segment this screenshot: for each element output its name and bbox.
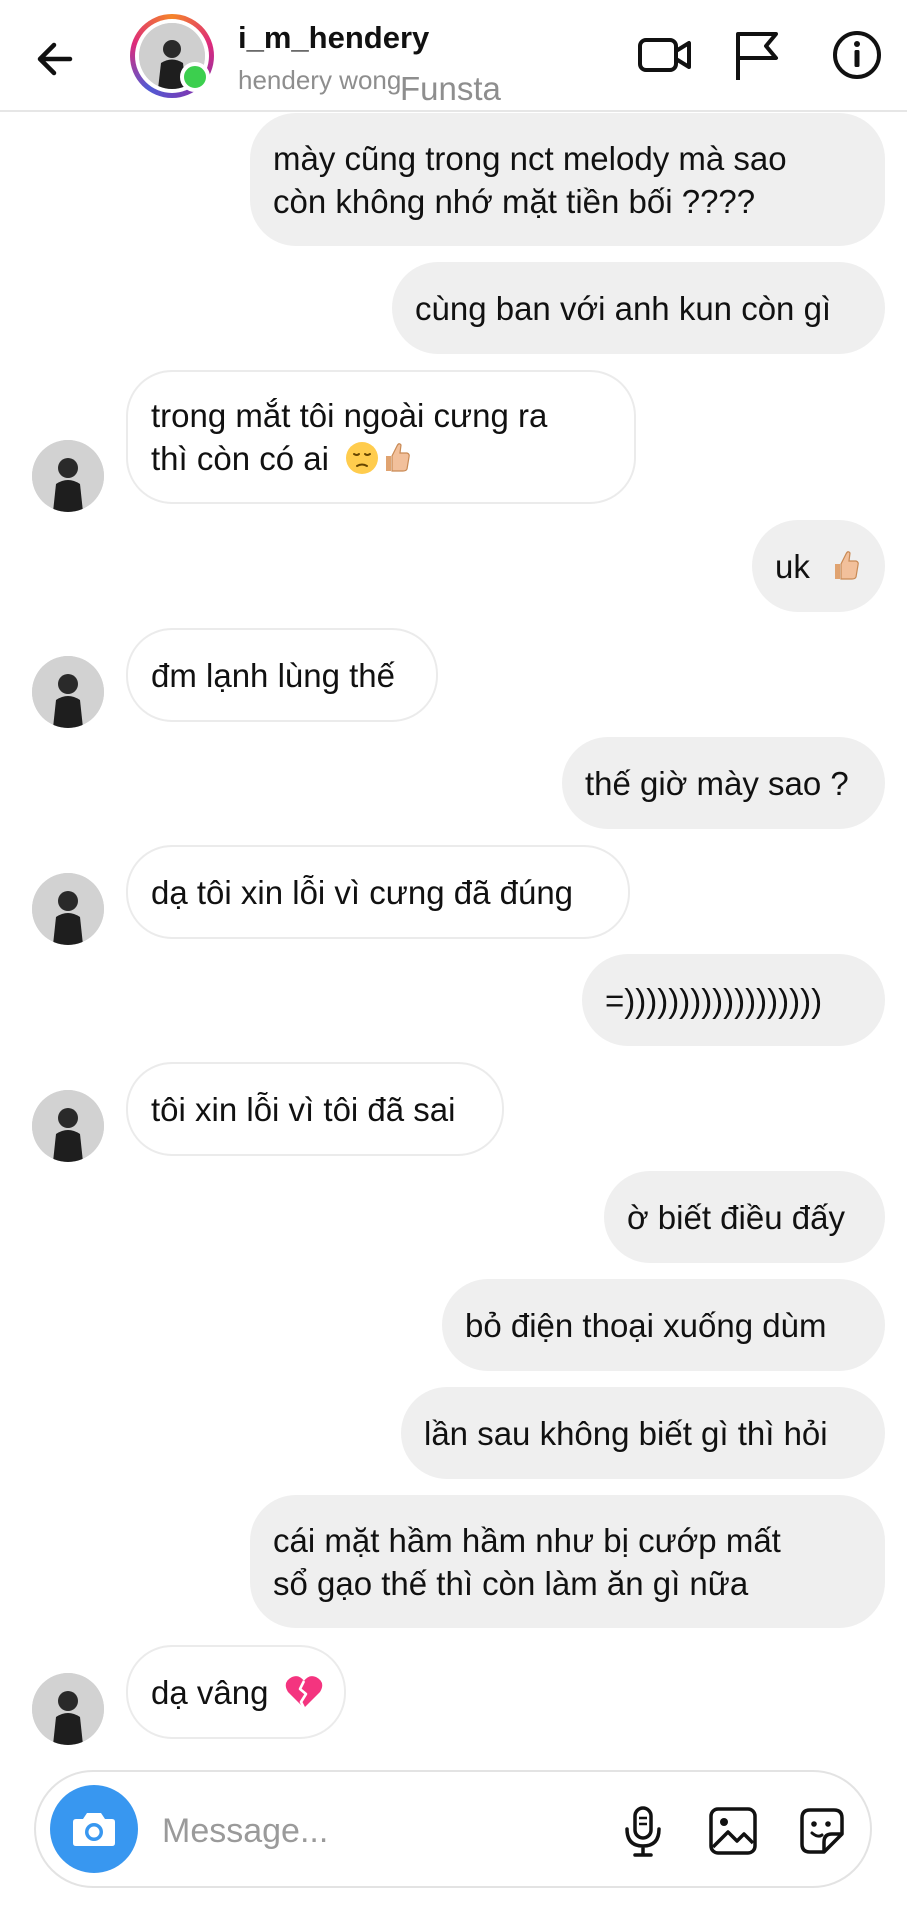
chat-header: i_m_hendery hendery wong Funsta (0, 0, 907, 112)
message-text: còn không nhớ mặt tiền bối ???? (273, 182, 756, 220)
flag-icon[interactable] (728, 26, 786, 84)
message-text: dạ vâng (151, 1673, 269, 1711)
video-camera-icon[interactable] (636, 26, 694, 84)
message-text: thì còn có ai (151, 440, 329, 477)
broken-heart-emoji (285, 1675, 322, 1709)
message-bubble-sent[interactable]: lần sau không biết gì thì hỏi (401, 1387, 885, 1479)
message-bubble-sent[interactable]: thế giờ mày sao ? (562, 737, 885, 829)
message-text: =)))))))))))))))))) (605, 981, 823, 1019)
message-text: trong mắt tôi ngoài cưng ra (151, 397, 548, 434)
message-bubble-received[interactable]: đm lạnh lùng thế (126, 628, 438, 722)
sticker-icon[interactable] (792, 1802, 850, 1860)
message-bubble-received[interactable]: dạ vâng (126, 1645, 346, 1739)
camera-icon[interactable] (50, 1785, 138, 1873)
message-bubble-sent[interactable]: uk (752, 520, 885, 612)
microphone-icon[interactable] (614, 1802, 672, 1860)
message-text: mày cũng trong nct melody mà sao (273, 139, 787, 177)
chat-full-name: hendery wong (238, 65, 402, 95)
message-text: bỏ điện thoại xuống dùm (465, 1306, 827, 1344)
message-input[interactable] (160, 1802, 494, 1860)
message-bubble-sent[interactable]: cùng ban với anh kun còn gì (392, 262, 885, 354)
message-bubble-sent[interactable]: mày cũng trong nct melody mà sao còn khô… (250, 113, 885, 246)
chat-username[interactable]: i_m_hendery (238, 20, 429, 56)
message-bubble-received[interactable]: tôi xin lỗi vì tôi đã sai (126, 1062, 504, 1156)
message-text: cùng ban với anh kun còn gì (415, 289, 832, 327)
sender-avatar[interactable] (32, 873, 104, 945)
message-text: tôi xin lỗi vì tôi đã sai (151, 1090, 456, 1128)
message-text: uk (775, 547, 810, 585)
message-text: dạ tôi xin lỗi vì cưng đã đúng (151, 873, 574, 911)
watermark-text: Funsta (400, 70, 501, 107)
message-bubble-sent[interactable]: ờ biết điều đấy (604, 1171, 885, 1263)
info-icon[interactable] (828, 26, 886, 84)
thumbs-up-emoji (835, 550, 859, 580)
message-bubble-received[interactable]: dạ tôi xin lỗi vì cưng đã đúng (126, 845, 630, 939)
back-arrow-icon[interactable] (30, 33, 82, 85)
sender-avatar[interactable] (32, 656, 104, 728)
message-bubble-sent[interactable]: cái mặt hầm hầm như bị cướp mất sổ gạo t… (250, 1495, 885, 1628)
message-text: cái mặt hầm hầm như bị cướp mất (273, 1521, 781, 1559)
sender-avatar[interactable] (32, 440, 104, 512)
message-bubble-received[interactable]: trong mắt tôi ngoài cưng ra thì còn có a… (126, 370, 636, 504)
message-bubble-sent[interactable]: =)))))))))))))))))) (582, 954, 885, 1046)
message-composer (34, 1770, 872, 1888)
message-text: ờ biết điều đấy (627, 1198, 845, 1236)
message-text: đm lạnh lùng thế (151, 656, 396, 694)
online-status-dot (180, 62, 210, 92)
gallery-icon[interactable] (704, 1802, 762, 1860)
pensive-face-emoji (346, 442, 379, 474)
thumbs-up-emoji (386, 443, 410, 472)
sender-avatar[interactable] (32, 1090, 104, 1162)
message-text: lần sau không biết gì thì hỏi (424, 1414, 828, 1452)
message-text: thế giờ mày sao ? (585, 764, 849, 802)
message-bubble-sent[interactable]: bỏ điện thoại xuống dùm (442, 1279, 885, 1371)
sender-avatar[interactable] (32, 1673, 104, 1745)
message-text: sổ gạo thế thì còn làm ăn gì nữa (273, 1564, 749, 1602)
